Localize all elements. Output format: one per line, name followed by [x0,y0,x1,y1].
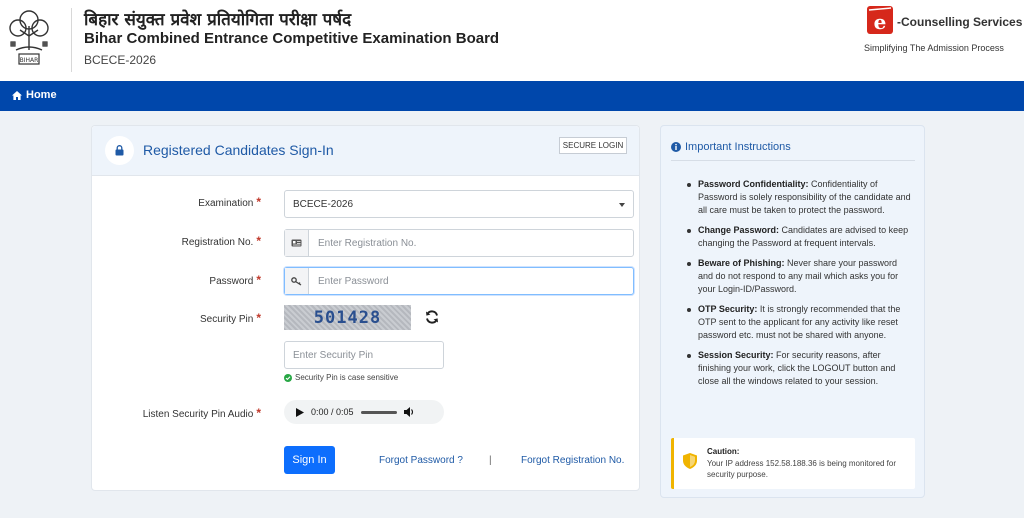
sign-in-button[interactable]: Sign In [284,446,335,474]
instruction-item: Change Password: Candidates are advised … [686,224,914,250]
e-counselling-logo: e [866,5,894,35]
instruction-item-title: Session Security: [698,350,774,360]
e-logo-letter: e [874,10,887,34]
lock-icon-circle [105,136,134,165]
registration-label-text: Registration No. [181,237,254,248]
caret-down-icon [619,203,625,207]
instructions-list: Password Confidentiality: Confidentialit… [686,178,914,395]
security-pin-label: Security Pin * [200,311,261,325]
site-header: BIHAR बिहार संयुक्त प्रवेश प्रतियोगिता प… [0,0,1024,81]
instruction-item-title: Change Password: [698,225,780,235]
instructions-divider [671,160,915,161]
id-card-icon-addon [285,230,309,256]
instruction-item: Session Security: For security reasons, … [686,349,914,388]
required-mark: * [256,406,261,420]
key-icon [291,276,302,286]
bihar-emblem-logo: BIHAR [8,6,50,72]
captcha-image: 501428 [284,305,411,330]
audio-label: Listen Security Pin Audio * [143,406,261,420]
exam-name: BCECE-2026 [84,53,157,67]
registration-label: Registration No. * [182,234,261,248]
instruction-item: Password Confidentiality: Confidentialit… [686,178,914,217]
lock-icon [115,145,124,156]
examination-label-text: Examination [198,198,254,209]
instructions-title: Important Instructions [685,141,791,153]
top-navbar: Home [0,81,1024,111]
password-label: Password * [209,273,261,287]
instruction-item-title: Password Confidentiality: [698,179,809,189]
examination-select[interactable]: BCECE-2026 [284,190,634,218]
key-icon-addon [285,268,309,294]
shield-icon [683,453,697,469]
header-divider [71,8,72,72]
sign-in-title: Registered Candidates Sign-In [143,142,334,158]
security-pin-input[interactable] [284,341,444,369]
registration-input[interactable] [309,230,633,256]
check-circle-icon [284,373,292,382]
security-pin-audio-player: 0:00 / 0:05 [284,400,444,424]
e-counselling-tagline: Simplifying The Admission Process [864,43,1004,53]
play-icon[interactable] [296,407,304,417]
link-separator: | [489,455,492,466]
required-mark: * [256,273,261,287]
required-mark: * [256,195,261,209]
instruction-item: OTP Security: It is strongly recommended… [686,303,914,342]
password-label-text: Password [209,276,254,287]
required-mark: * [256,234,261,248]
board-title: Bihar Combined Entrance Competitive Exam… [84,30,500,47]
security-pin-hint-text: Security Pin is case sensitive [295,373,399,382]
password-input-group [284,267,634,295]
instructions-panel: Important Instructions Password Confiden… [660,125,925,498]
sign-in-card-header: Registered Candidates Sign-In SECURE LOG… [92,126,639,176]
secure-login-badge: SECURE LOGIN [559,137,627,154]
nav-home-label: Home [26,89,57,101]
required-mark: * [256,311,261,325]
id-card-icon [291,239,302,247]
info-circle-icon [671,142,681,152]
refresh-icon [426,310,438,324]
audio-label-text: Listen Security Pin Audio [142,409,254,420]
refresh-captcha-button[interactable] [424,309,440,325]
examination-select-value: BCECE-2026 [293,199,354,210]
registration-input-group [284,229,634,257]
security-pin-hint: Security Pin is case sensitive [284,373,398,382]
forgot-registration-link[interactable]: Forgot Registration No. [521,455,624,466]
home-icon [12,90,22,100]
caution-box: Caution: Your IP address 152.58.188.36 i… [671,438,915,489]
caution-title: Caution: [707,447,740,456]
volume-icon[interactable] [403,407,415,417]
sign-in-card: Registered Candidates Sign-In SECURE LOG… [91,125,640,491]
caution-text: Your IP address 152.58.188.36 is being m… [707,459,897,479]
examination-label: Examination * [198,195,261,209]
e-counselling-title: -Counselling Services [897,15,1023,29]
audio-seek-slider[interactable] [360,410,397,414]
emblem-text: BIHAR [20,57,39,64]
forgot-password-link[interactable]: Forgot Password ? [379,455,463,466]
instructions-header: Important Instructions [671,141,791,153]
password-input[interactable] [309,268,633,294]
audio-time: 0:00 / 0:05 [311,407,354,417]
nav-home-link[interactable]: Home [12,89,57,101]
instruction-item-title: OTP Security: [698,304,758,314]
security-pin-label-text: Security Pin [199,314,254,325]
board-title-hindi: बिहार संयुक्त प्रवेश प्रतियोगिता परीक्षा… [84,10,352,30]
captcha-text: 501428 [313,307,382,328]
instruction-item-title: Beware of Phishing: [698,258,785,268]
instruction-item: Beware of Phishing: Never share your pas… [686,257,914,296]
